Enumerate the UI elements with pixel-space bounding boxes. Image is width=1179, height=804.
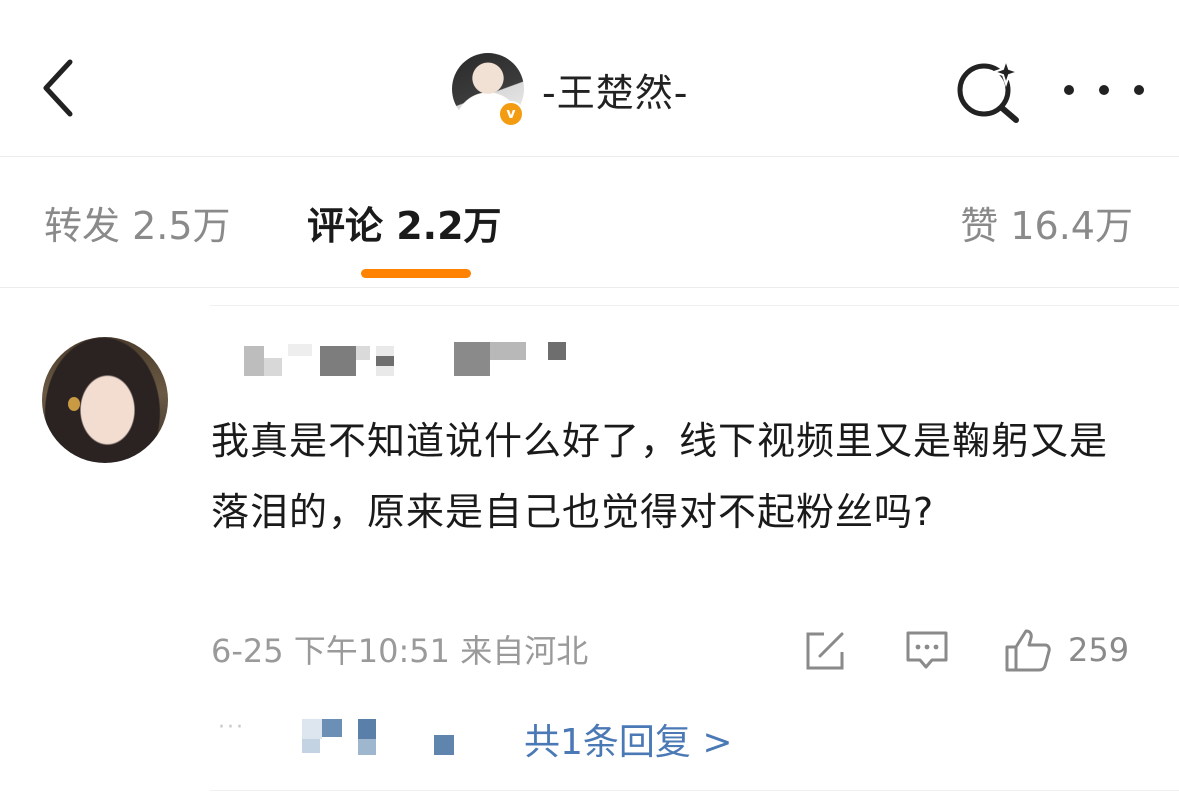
redaction-block — [376, 356, 394, 366]
reply-ellipsis: ··· — [218, 715, 245, 740]
active-tab-indicator — [361, 269, 471, 278]
interaction-tabs: 转发 2.5万 评论 2.2万 赞 16.4万 — [0, 157, 1179, 288]
thumbs-up-icon — [1005, 629, 1051, 672]
tab-comment[interactable]: 评论 2.2万 — [307, 195, 502, 250]
commenter-avatar[interactable] — [42, 337, 168, 463]
redaction-block — [320, 346, 356, 376]
redaction-block — [302, 739, 320, 753]
redaction-block — [434, 735, 454, 755]
search-sparkle-icon — [957, 56, 1022, 123]
like-comment-button[interactable]: 259 — [1004, 628, 1129, 672]
like-count: 259 — [1068, 631, 1130, 669]
top-nav-bar: -王楚然- v — [0, 0, 1179, 157]
redaction-block — [322, 719, 342, 737]
redaction-block — [244, 346, 264, 376]
tab-like[interactable]: 赞 16.4万 — [960, 195, 1133, 250]
verified-badge-icon: v — [498, 101, 524, 127]
redaction-block — [358, 719, 376, 739]
reply-preview[interactable]: ··· 共1条回复 > — [210, 705, 1179, 775]
view-replies-link[interactable]: 共1条回复 > — [524, 713, 733, 765]
redaction-block — [548, 342, 566, 360]
redaction-block — [358, 739, 376, 755]
redaction-block — [454, 342, 490, 376]
reply-comment-button[interactable] — [904, 628, 952, 672]
author-name[interactable]: -王楚然- — [542, 62, 688, 117]
back-button[interactable] — [28, 56, 88, 120]
comment-icon — [906, 631, 948, 669]
edit-icon — [806, 632, 844, 670]
comment-text: 我真是不知道说什么好了，线下视频里又是鞠躬又是落泪的，原来是自己也觉得对不起粉丝… — [211, 419, 1109, 534]
redaction-block — [264, 358, 282, 376]
more-dot — [1134, 85, 1144, 95]
redaction-block — [356, 346, 370, 360]
profile-title[interactable]: -王楚然- — [452, 52, 688, 126]
more-dot — [1099, 85, 1109, 95]
divider — [210, 790, 1179, 791]
divider — [210, 305, 1179, 306]
search-button[interactable] — [954, 56, 1026, 124]
earring — [68, 397, 80, 411]
redaction-block — [288, 344, 312, 356]
repost-comment-button[interactable] — [802, 628, 850, 672]
chevron-left-icon — [43, 59, 73, 117]
redaction-block — [490, 342, 526, 360]
comment-meta: 6-25 下午10:51 来自河北 — [211, 632, 589, 670]
tab-repost[interactable]: 转发 2.5万 — [44, 195, 231, 250]
redaction-block — [302, 719, 322, 739]
more-button[interactable] — [1064, 70, 1144, 110]
more-horizontal-icon — [1064, 85, 1074, 95]
